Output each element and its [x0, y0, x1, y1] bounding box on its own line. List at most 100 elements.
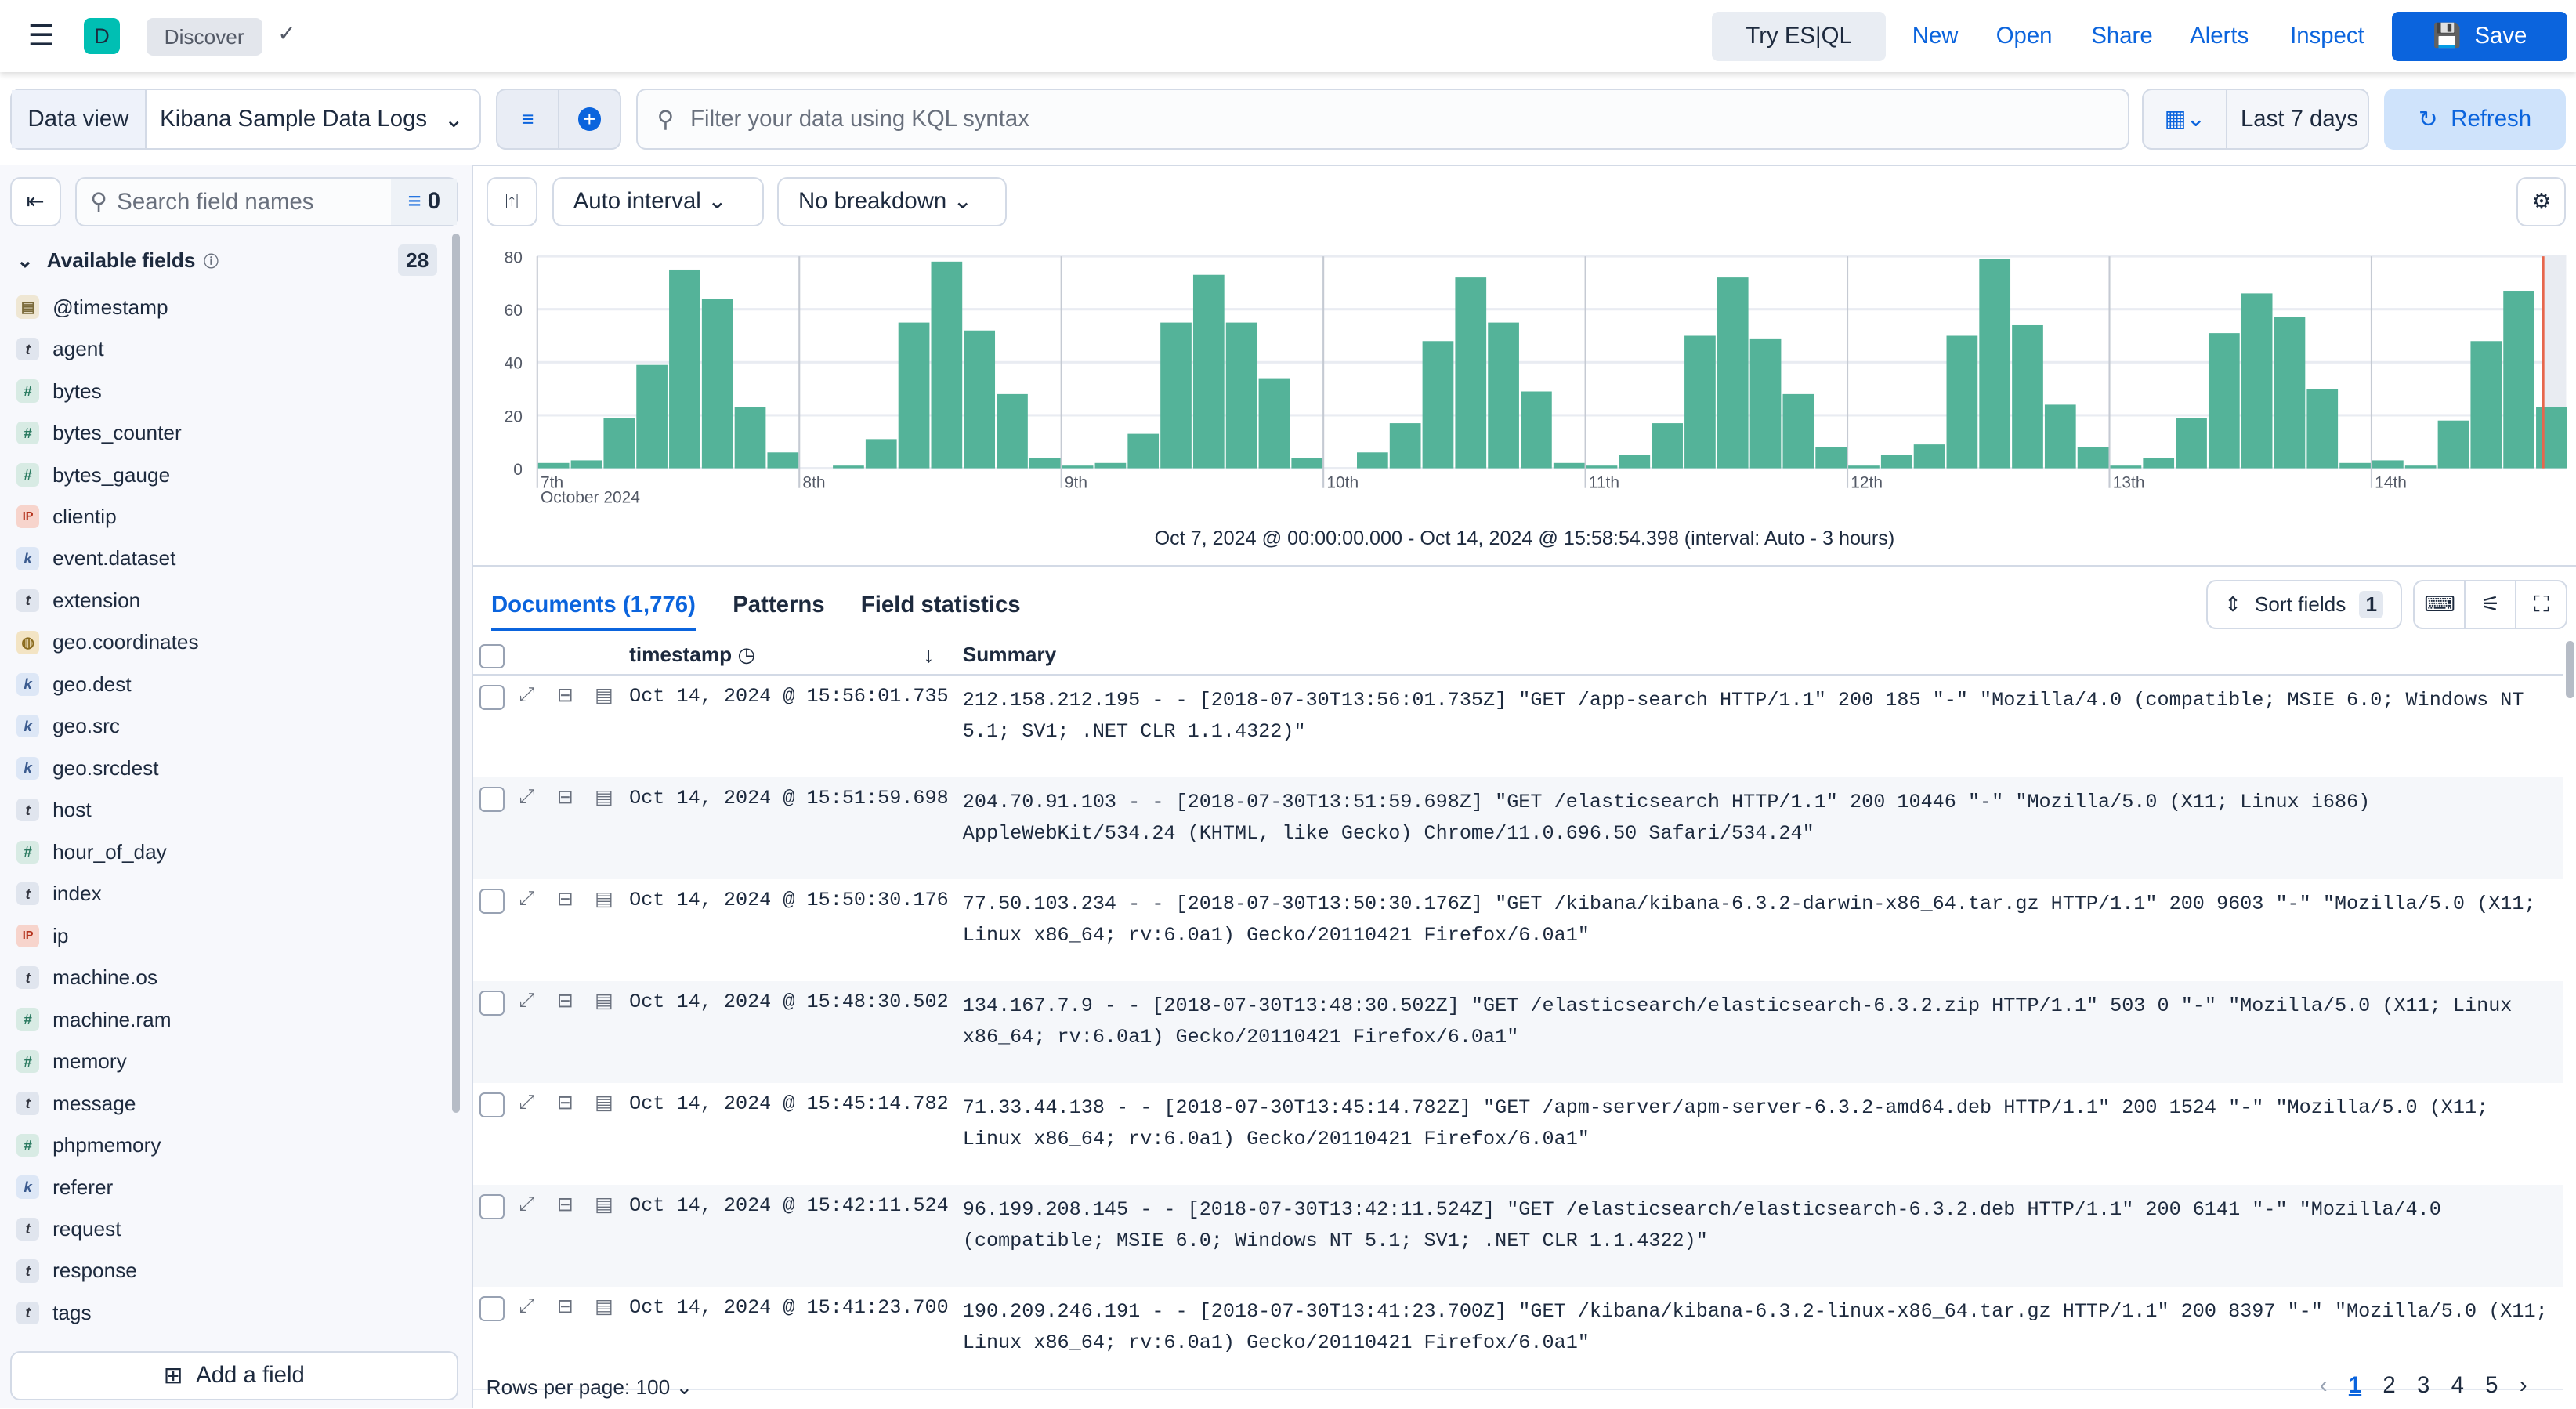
refresh-button[interactable]: ↻ Refresh [2383, 89, 2567, 150]
expand-icon[interactable]: ⤢ [519, 785, 535, 809]
field-item[interactable]: # bytes_counter [16, 417, 182, 450]
field-item[interactable]: k event.dataset [16, 542, 175, 575]
tab-field-statistics[interactable]: Field statistics [861, 592, 1021, 618]
table-row[interactable]: ⤢ ⊟ ▤ Oct 14, 2024 @ 15:42:11.524 96.199… [472, 1184, 2563, 1288]
field-item[interactable]: t machine.os [16, 962, 157, 994]
add-note-icon[interactable]: ⊟ [557, 1295, 573, 1318]
chart-options-button[interactable]: ⚙ [2516, 177, 2567, 227]
collapse-sidebar-button[interactable]: ⇤ [9, 177, 61, 227]
app-avatar[interactable]: D [83, 18, 121, 55]
field-item[interactable]: k referer [16, 1171, 113, 1204]
row-checkbox[interactable] [479, 889, 505, 914]
document-icon[interactable]: ▤ [595, 1193, 613, 1216]
rows-per-page-select[interactable]: Rows per page: 100 ⌄ [487, 1375, 693, 1400]
field-item[interactable]: # hour_of_day [16, 835, 167, 868]
document-icon[interactable]: ▤ [595, 887, 613, 911]
row-checkbox[interactable] [479, 787, 505, 812]
table-scrollbar[interactable] [2566, 640, 2574, 699]
page-2[interactable]: 2 [2382, 1372, 2395, 1399]
column-timestamp[interactable]: timestamp ◷ [629, 643, 755, 667]
document-icon[interactable]: ▤ [595, 1091, 613, 1114]
field-item[interactable]: k geo.dest [16, 668, 132, 701]
prev-page-icon[interactable]: ‹ [2320, 1372, 2328, 1399]
table-row[interactable]: ⤢ ⊟ ▤ Oct 14, 2024 @ 15:51:59.698 204.70… [472, 777, 2563, 881]
column-summary[interactable]: Summary [963, 643, 1056, 667]
add-field-button[interactable]: ⊞ Add a field [9, 1350, 459, 1400]
row-checkbox[interactable] [479, 685, 505, 710]
keyboard-icon[interactable]: ⌨ [2415, 581, 2466, 628]
row-checkbox[interactable] [479, 1092, 505, 1117]
field-item[interactable]: # bytes [16, 375, 102, 407]
table-row[interactable]: ⤢ ⊟ ▤ Oct 14, 2024 @ 15:41:23.700 190.20… [472, 1286, 2563, 1390]
add-note-icon[interactable]: ⊟ [557, 887, 573, 911]
field-item[interactable]: k geo.srcdest [16, 752, 159, 784]
tab-patterns[interactable]: Patterns [733, 592, 824, 618]
alerts-link[interactable]: Alerts [2190, 23, 2249, 49]
expand-icon[interactable]: ⤢ [519, 1193, 535, 1216]
expand-icon[interactable]: ⤢ [519, 1091, 535, 1114]
inspect-link[interactable]: Inspect [2290, 23, 2364, 49]
field-item[interactable]: t request [16, 1213, 121, 1246]
display-settings-icon[interactable]: ⚟ [2466, 581, 2517, 628]
try-esql-button[interactable]: Try ES|QL [1711, 11, 1887, 61]
field-item[interactable]: t host [16, 794, 92, 827]
page-4[interactable]: 4 [2451, 1372, 2464, 1399]
field-item[interactable]: IP ip [16, 919, 68, 952]
add-note-icon[interactable]: ⊟ [557, 989, 573, 1012]
field-item[interactable]: ▤ @timestamp [16, 291, 168, 324]
add-note-icon[interactable]: ⊟ [557, 683, 573, 707]
open-link[interactable]: Open [1996, 23, 2053, 49]
field-item[interactable]: ◍ geo.coordinates [16, 626, 199, 659]
field-item[interactable]: # phpmemory [16, 1129, 161, 1162]
fullscreen-icon[interactable]: ⛶ [2516, 581, 2566, 628]
row-checkbox[interactable] [479, 1296, 505, 1321]
chart-toggle-button[interactable]: ⍐ [486, 177, 537, 227]
field-filter-button[interactable]: ≡ 0 [391, 179, 458, 226]
date-picker[interactable]: ▦⌄ Last 7 days [2142, 89, 2369, 150]
add-filter-icon[interactable]: + [559, 90, 620, 148]
sidebar-scrollbar[interactable] [451, 233, 461, 1113]
field-item[interactable]: t response [16, 1255, 137, 1288]
expand-icon[interactable]: ⤢ [519, 683, 535, 707]
expand-icon[interactable]: ⤢ [519, 887, 535, 911]
share-link[interactable]: Share [2091, 23, 2152, 49]
calendar-icon[interactable]: ▦⌄ [2144, 90, 2228, 148]
field-item[interactable]: # machine.ram [16, 1003, 172, 1036]
page-3[interactable]: 3 [2417, 1372, 2429, 1399]
breakdown-select[interactable]: No breakdown ⌄ [776, 177, 1008, 227]
kql-search-input[interactable]: ⚲ Filter your data using KQL syntax [635, 89, 2129, 150]
field-item[interactable]: t agent [16, 333, 104, 366]
expand-icon[interactable]: ⤢ [519, 989, 535, 1012]
document-icon[interactable]: ▤ [595, 989, 613, 1012]
breadcrumb[interactable]: Discover [146, 18, 262, 56]
interval-select[interactable]: Auto interval ⌄ [552, 177, 765, 227]
table-row[interactable]: ⤢ ⊟ ▤ Oct 14, 2024 @ 15:56:01.735 212.15… [472, 675, 2563, 779]
document-icon[interactable]: ▤ [595, 785, 613, 809]
histogram-chart[interactable]: 0204060807th 8th 9th 10th 11th 12th 13th 14thOc… [473, 238, 2576, 517]
table-row[interactable]: ⤢ ⊟ ▤ Oct 14, 2024 @ 15:48:30.502 134.16… [472, 980, 2563, 1085]
table-row[interactable]: ⤢ ⊟ ▤ Oct 14, 2024 @ 15:50:30.176 77.50.… [472, 878, 2563, 983]
add-note-icon[interactable]: ⊟ [557, 1193, 573, 1216]
select-all-checkbox[interactable] [479, 643, 505, 669]
filter-menu-icon[interactable]: ≡ [497, 90, 559, 148]
row-checkbox[interactable] [479, 1194, 505, 1219]
row-checkbox[interactable] [479, 991, 505, 1016]
new-link[interactable]: New [1912, 23, 1959, 49]
expand-icon[interactable]: ⤢ [519, 1295, 535, 1318]
available-fields-toggle[interactable]: ⌄ Available fields ⓘ 28 [16, 244, 437, 276]
sort-fields-button[interactable]: ⇕ Sort fields 1 [2206, 580, 2402, 630]
field-item[interactable]: # bytes_gauge [16, 458, 170, 491]
save-button[interactable]: 💾 Save [2392, 11, 2568, 61]
sort-desc-icon[interactable]: ↓ [923, 643, 934, 668]
tab-documents[interactable]: Documents (1,776) [490, 592, 696, 632]
data-view-picker[interactable]: Data view Kibana Sample Data Logs ⌄ [9, 89, 482, 150]
field-item[interactable]: k geo.src [16, 710, 120, 743]
field-item[interactable]: IP clientip [16, 501, 117, 534]
table-row[interactable]: ⤢ ⊟ ▤ Oct 14, 2024 @ 15:45:14.782 71.33.… [472, 1082, 2563, 1186]
field-item[interactable]: # memory [16, 1045, 127, 1078]
document-icon[interactable]: ▤ [595, 683, 613, 707]
field-search-input[interactable]: ⚲ Search field names ≡ 0 [75, 177, 459, 227]
field-item[interactable]: t index [16, 878, 102, 911]
page-5[interactable]: 5 [2485, 1372, 2498, 1399]
menu-icon[interactable]: ☰ [28, 20, 55, 50]
